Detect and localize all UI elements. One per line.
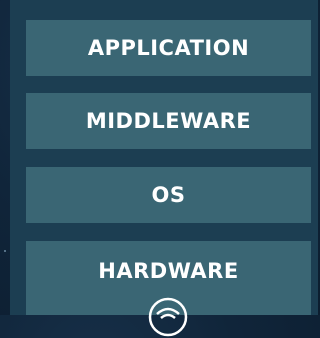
layer-middleware-label: MIDDLEWARE: [85, 109, 252, 133]
layer-os-label: OS: [151, 183, 186, 207]
layer-hardware-label: HARDWARE: [98, 259, 239, 283]
layer-application-label: APPLICATION: [87, 36, 250, 60]
layer-application: APPLICATION: [26, 20, 311, 76]
layer-middleware: MIDDLEWARE: [26, 93, 311, 149]
circle-logo-icon: [148, 297, 188, 337]
background-star: [4, 250, 6, 252]
layer-os: OS: [26, 167, 311, 223]
